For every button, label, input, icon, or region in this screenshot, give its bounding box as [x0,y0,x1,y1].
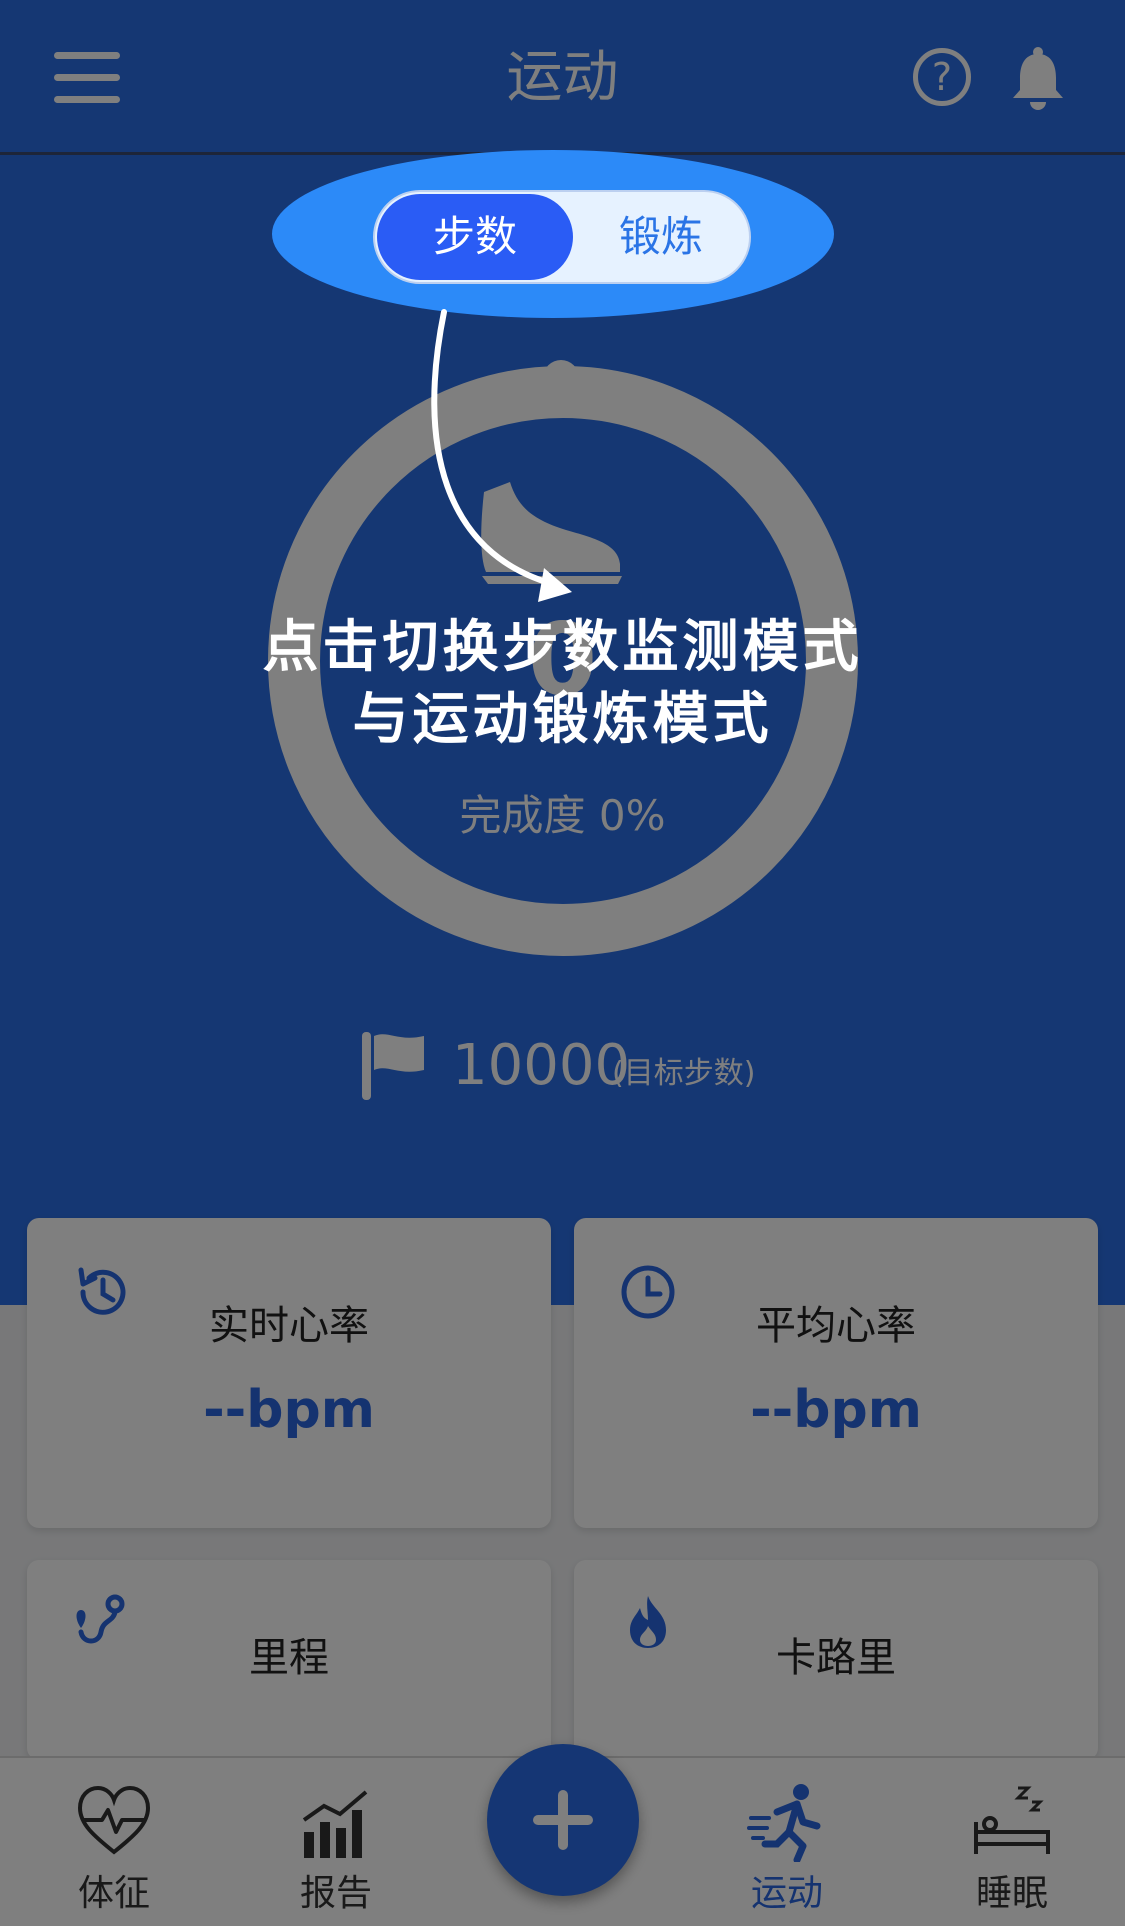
sport-screen: 运动 ? 0 完成度 0% 10000 (目标步数) 实时心率 --bpm [0,0,1125,1926]
guide-tooltip-text: 点击切换步数监测模式 与运动锻炼模式 [0,612,1125,756]
guide-text-line2: 与运动锻炼模式 [352,687,773,752]
guide-text-line1: 点击切换步数监测模式 [262,615,863,680]
mode-step-button[interactable]: 步数 [377,194,573,280]
mode-toggle: 步数 锻炼 [373,190,751,284]
guide-arrow-icon [431,309,572,602]
mode-exercise-button[interactable]: 锻炼 [573,194,749,280]
